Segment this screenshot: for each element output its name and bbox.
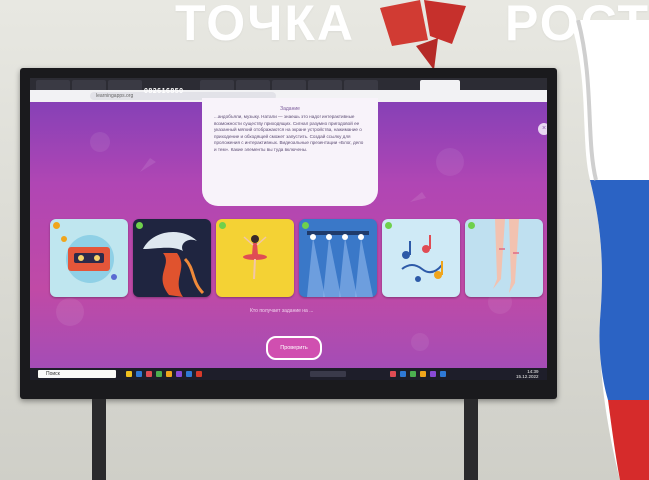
taskbar-clock: 14:39 15.12.2022 bbox=[516, 369, 539, 379]
task-card-text: ...андобъяли, музыку. Натали — знаешь эт… bbox=[214, 114, 364, 152]
task-card-title: Задание bbox=[280, 106, 300, 112]
tile-status-dot bbox=[136, 222, 143, 229]
hint-text: Кто получает задание на ... bbox=[250, 308, 314, 314]
app-icon[interactable] bbox=[196, 371, 202, 377]
app-icon[interactable] bbox=[186, 371, 192, 377]
app-icon[interactable] bbox=[410, 371, 416, 377]
file-explorer-icon[interactable] bbox=[126, 371, 132, 377]
taskbar-search[interactable]: Поиск bbox=[38, 370, 116, 378]
tile-music-notes[interactable] bbox=[382, 219, 460, 297]
app-icon[interactable] bbox=[420, 371, 426, 377]
browser-tab[interactable] bbox=[308, 80, 342, 90]
check-button[interactable]: Проверить bbox=[266, 336, 322, 360]
app-icon[interactable] bbox=[440, 371, 446, 377]
browser-tab[interactable] bbox=[236, 80, 270, 90]
app-icon[interactable] bbox=[176, 371, 182, 377]
tochka-rosta-logo bbox=[380, 0, 466, 70]
music-notes-icon bbox=[401, 235, 443, 282]
browser-tab-bar bbox=[30, 78, 547, 90]
browser-tab[interactable] bbox=[72, 80, 106, 90]
tile-ballerina[interactable] bbox=[216, 219, 294, 297]
browser-tab[interactable] bbox=[36, 80, 70, 90]
tile-status-dot bbox=[219, 222, 226, 229]
russian-flag bbox=[570, 20, 649, 480]
browser-tab[interactable] bbox=[108, 80, 142, 90]
app-icon[interactable] bbox=[146, 371, 152, 377]
stand-leg-right bbox=[464, 399, 478, 480]
tile-status-dot bbox=[468, 222, 475, 229]
dancer-legs-icon bbox=[493, 219, 519, 293]
tile-dancer-legs[interactable] bbox=[465, 219, 543, 297]
browser-tab[interactable] bbox=[344, 80, 378, 90]
ballerina-icon bbox=[243, 235, 267, 280]
app-icon[interactable] bbox=[400, 371, 406, 377]
taskbar-date: 15.12.2022 bbox=[516, 374, 539, 379]
cassette-icon bbox=[61, 235, 117, 283]
stage-lights-icon bbox=[307, 231, 373, 297]
browser-tab[interactable] bbox=[200, 80, 234, 90]
monitor-screen: learningapps.org 082616850 Задание ...ан… bbox=[30, 78, 547, 380]
close-icon[interactable]: × bbox=[538, 123, 547, 135]
tile-status-dot bbox=[385, 222, 392, 229]
tile-status-dot bbox=[53, 222, 60, 229]
tile-cassette[interactable] bbox=[50, 219, 128, 297]
wave-icon bbox=[143, 231, 205, 297]
browser-tab[interactable] bbox=[272, 80, 306, 90]
app-icon[interactable] bbox=[430, 371, 436, 377]
tile-status-dot bbox=[302, 222, 309, 229]
tile-wave[interactable] bbox=[133, 219, 211, 297]
session-code: 082616850 bbox=[144, 88, 184, 95]
app-icon[interactable] bbox=[390, 371, 396, 377]
app-icon[interactable] bbox=[156, 371, 162, 377]
chrome-icon[interactable] bbox=[166, 371, 172, 377]
task-card: Задание ...андобъяли, музыку. Натали — з… bbox=[202, 98, 378, 206]
edge-icon[interactable] bbox=[136, 371, 142, 377]
wall-text-left: ТОЧКА bbox=[175, 0, 355, 51]
tile-stage-lights[interactable] bbox=[299, 219, 377, 297]
taskbar-window-button[interactable] bbox=[310, 371, 346, 377]
stand-leg-left bbox=[92, 399, 106, 480]
browser-tab-active[interactable] bbox=[420, 80, 460, 90]
